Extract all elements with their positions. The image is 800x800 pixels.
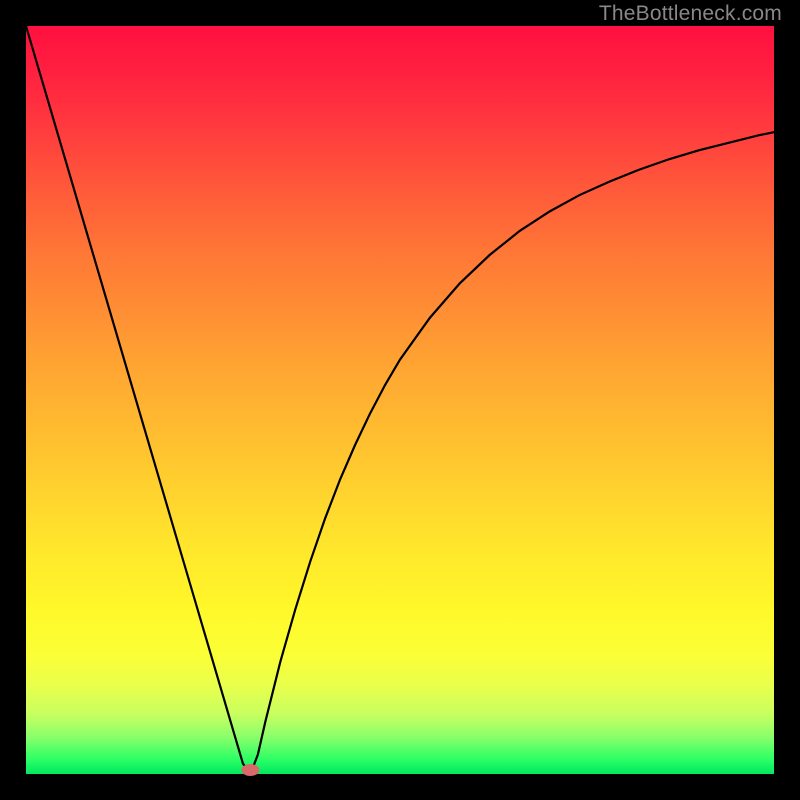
chart-svg xyxy=(26,26,774,774)
watermark-text: TheBottleneck.com xyxy=(599,2,782,26)
optimal-point-marker xyxy=(241,764,259,776)
chart-frame: TheBottleneck.com xyxy=(0,0,800,800)
bottleneck-curve xyxy=(26,26,774,774)
